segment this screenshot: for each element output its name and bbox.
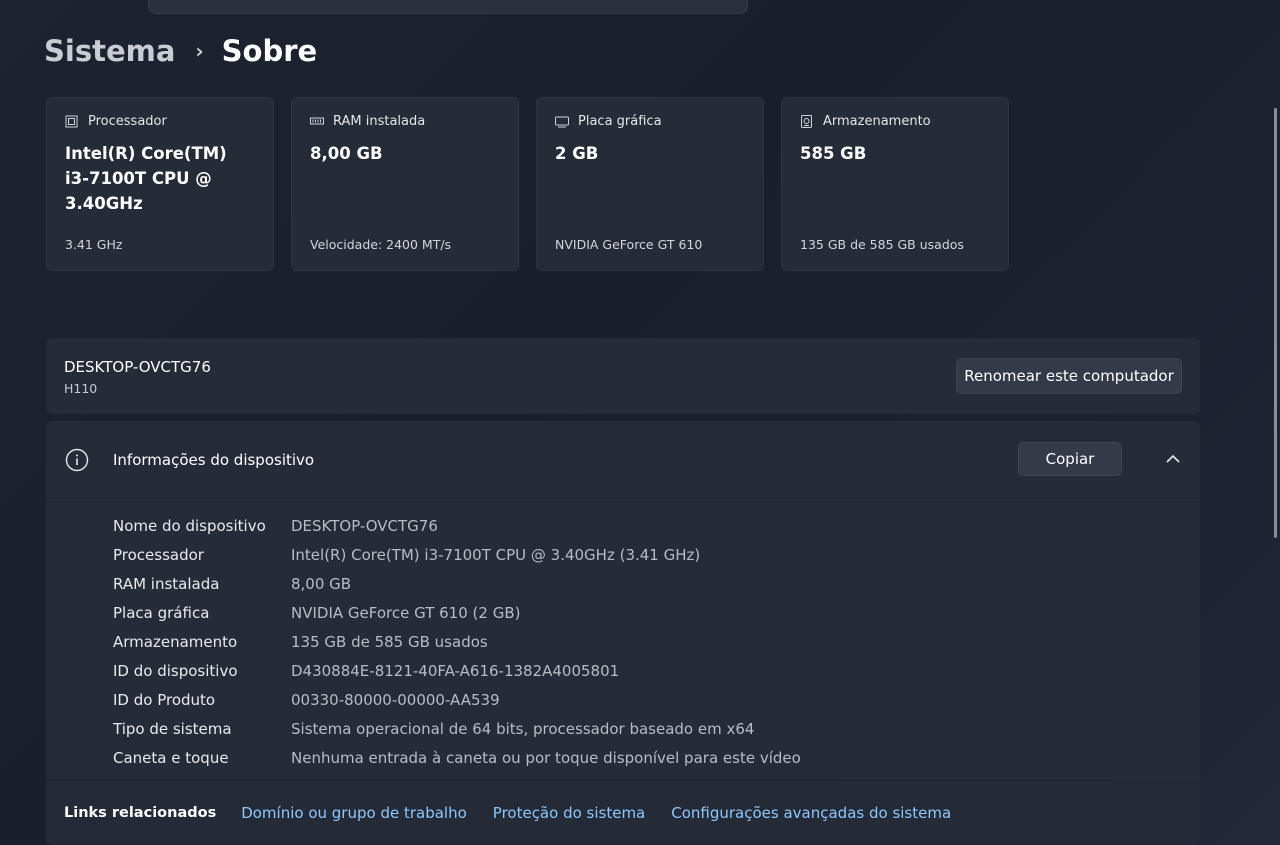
- spec-label: Armazenamento: [113, 632, 238, 651]
- breadcrumb-sistema[interactable]: Sistema: [44, 34, 175, 68]
- breadcrumb: Sistema › Sobre: [44, 34, 317, 68]
- spec-row: ID do dispositivo D430884E-8121-40FA-A616…: [113, 656, 801, 685]
- spec-row: Placa gráfica NVIDIA GeForce GT 610 (2 GB…: [113, 598, 801, 627]
- chevron-up-icon[interactable]: [1164, 451, 1182, 467]
- card-sub: Velocidade: 2400 MT/s: [310, 237, 452, 252]
- processor-icon: [65, 115, 78, 128]
- computer-name: DESKTOP-OVCTG76: [64, 358, 211, 376]
- spec-row: RAM instalada 8,00 GB: [113, 569, 801, 598]
- card-value: 8,00 GB: [310, 144, 383, 163]
- card-sub: NVIDIA GeForce GT 610: [555, 237, 703, 252]
- spec-value: NVIDIA GeForce GT 610 (2 GB): [291, 603, 521, 622]
- search-input[interactable]: [148, 0, 748, 14]
- card-processor: Processador Intel(R) Core(TM) i3-7100T C…: [46, 97, 274, 271]
- spec-label: Processador: [113, 545, 204, 564]
- info-icon: [65, 448, 89, 472]
- graphics-card-icon: [555, 115, 569, 128]
- computer-name-panel: DESKTOP-OVCTG76 H110 Renomear este compu…: [46, 338, 1200, 414]
- device-info-panel: Informações do dispositivo Copiar Nome d…: [46, 421, 1200, 780]
- spec-row: Caneta e toque Nenhuma entrada à caneta o…: [113, 743, 801, 772]
- rename-computer-button[interactable]: Renomear este computador: [956, 358, 1182, 394]
- spec-value: Nenhuma entrada à caneta ou por toque di…: [291, 748, 801, 767]
- link-system-protection[interactable]: Proteção do sistema: [493, 804, 645, 822]
- spec-value: 8,00 GB: [291, 574, 352, 593]
- card-label: Processador: [88, 114, 167, 129]
- page-title: Sobre: [221, 34, 318, 68]
- card-ram: RAM instalada 8,00 GB Velocidade: 2400 M…: [291, 97, 519, 271]
- spec-label: ID do Produto: [113, 690, 216, 709]
- related-links-title: Links relacionados: [64, 805, 217, 821]
- spec-value: Sistema operacional de 64 bits, processa…: [291, 719, 755, 738]
- spec-label: Caneta e toque: [113, 748, 229, 767]
- spec-value: Intel(R) Core(TM) i3-7100T CPU @ 3.40GHz…: [291, 545, 701, 564]
- card-label: Placa gráfica: [578, 114, 662, 129]
- ram-icon: [310, 115, 324, 128]
- device-info-header[interactable]: Informações do dispositivo Copiar: [46, 421, 1200, 499]
- spec-label: Placa gráfica: [113, 603, 210, 622]
- computer-model: H110: [64, 381, 98, 396]
- card-graphics: Placa gráfica 2 GB NVIDIA GeForce GT 610: [536, 97, 764, 271]
- scrollbar[interactable]: [1274, 108, 1277, 538]
- device-info-title: Informações do dispositivo: [113, 451, 315, 469]
- spec-label: ID do dispositivo: [113, 661, 238, 680]
- spec-value: 135 GB de 585 GB usados: [291, 632, 488, 651]
- spec-row: Tipo de sistema Sistema operacional de 64…: [113, 714, 801, 743]
- card-storage: Armazenamento 585 GB 135 GB de 585 GB us…: [781, 97, 1009, 271]
- link-domain-workgroup[interactable]: Domínio ou grupo de trabalho: [241, 804, 467, 822]
- spec-row: Nome do dispositivo DESKTOP-OVCTG76: [113, 511, 801, 540]
- spec-row: Armazenamento 135 GB de 585 GB usados: [113, 627, 801, 656]
- card-value: Intel(R) Core(TM) i3-7100T CPU @ 3.40GHz: [65, 144, 227, 213]
- spec-value: 00330-80000-00000-AA539: [291, 690, 500, 709]
- card-label: RAM instalada: [333, 114, 426, 129]
- card-sub: 135 GB de 585 GB usados: [800, 237, 964, 252]
- spec-row: Processador Intel(R) Core(TM) i3-7100T CP…: [113, 540, 801, 569]
- copy-button[interactable]: Copiar: [1018, 442, 1122, 476]
- spec-value: D430884E-8121-40FA-A616-1382A4005801: [291, 661, 620, 680]
- spec-label: Tipo de sistema: [113, 719, 232, 738]
- spec-label: Nome do dispositivo: [113, 516, 266, 535]
- storage-icon: [800, 115, 813, 128]
- related-links-panel: Links relacionados Domínio ou grupo de t…: [46, 781, 1200, 845]
- card-label: Armazenamento: [823, 114, 931, 129]
- card-value: 2 GB: [555, 144, 599, 163]
- spec-label: RAM instalada: [113, 574, 220, 593]
- device-spec-list: Nome do dispositivo DESKTOP-OVCTG76 Proce…: [113, 511, 801, 772]
- card-sub: 3.41 GHz: [65, 237, 123, 252]
- spec-value: DESKTOP-OVCTG76: [291, 516, 438, 535]
- spec-row: ID do Produto 00330-80000-00000-AA539: [113, 685, 801, 714]
- spec-cards: Processador Intel(R) Core(TM) i3-7100T C…: [46, 97, 1009, 271]
- chevron-right-icon: ›: [195, 39, 204, 63]
- link-advanced-system-settings[interactable]: Configurações avançadas do sistema: [671, 804, 951, 822]
- card-value: 585 GB: [800, 144, 867, 163]
